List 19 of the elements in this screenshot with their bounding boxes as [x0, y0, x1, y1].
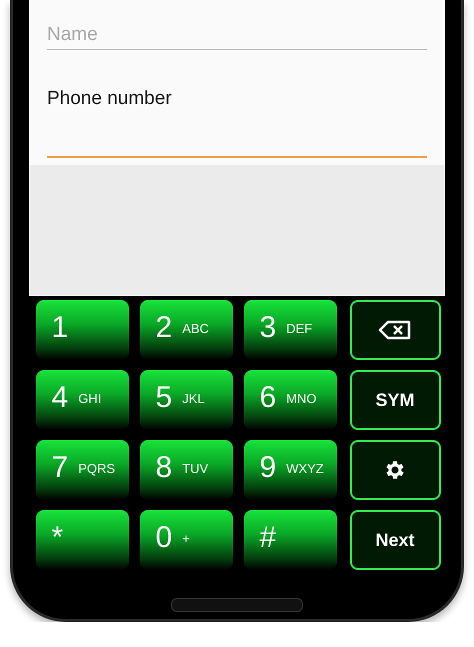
backspace-icon — [378, 320, 412, 340]
dial-key[interactable]: 9 WXYZ — [244, 440, 336, 500]
dial-key[interactable]: * — [36, 510, 128, 570]
keyboard-key[interactable]: Next — [350, 510, 440, 570]
dial-key[interactable]: 7 PQRS — [36, 440, 128, 500]
text-field[interactable]: Phone number — [47, 50, 427, 158]
text-field[interactable]: Name — [47, 0, 427, 50]
dial-key[interactable]: 3 DEF — [244, 300, 336, 360]
dial-key[interactable]: 5 JKL — [140, 370, 232, 430]
dial-key[interactable]: 0 + — [140, 510, 232, 570]
dial-key[interactable]: 6 MNO — [244, 370, 336, 430]
dial-key[interactable]: 8 TUV — [140, 440, 232, 500]
dial-key[interactable]: # — [244, 510, 336, 570]
keyboard-key[interactable]: SYM — [350, 370, 440, 430]
dial-key[interactable]: 4 GHI — [36, 370, 128, 430]
settings-button[interactable] — [350, 440, 440, 500]
dial-key[interactable]: 2 ABC — [140, 300, 232, 360]
backspace-button[interactable] — [350, 300, 440, 360]
dial-key[interactable]: 1 — [36, 300, 128, 360]
